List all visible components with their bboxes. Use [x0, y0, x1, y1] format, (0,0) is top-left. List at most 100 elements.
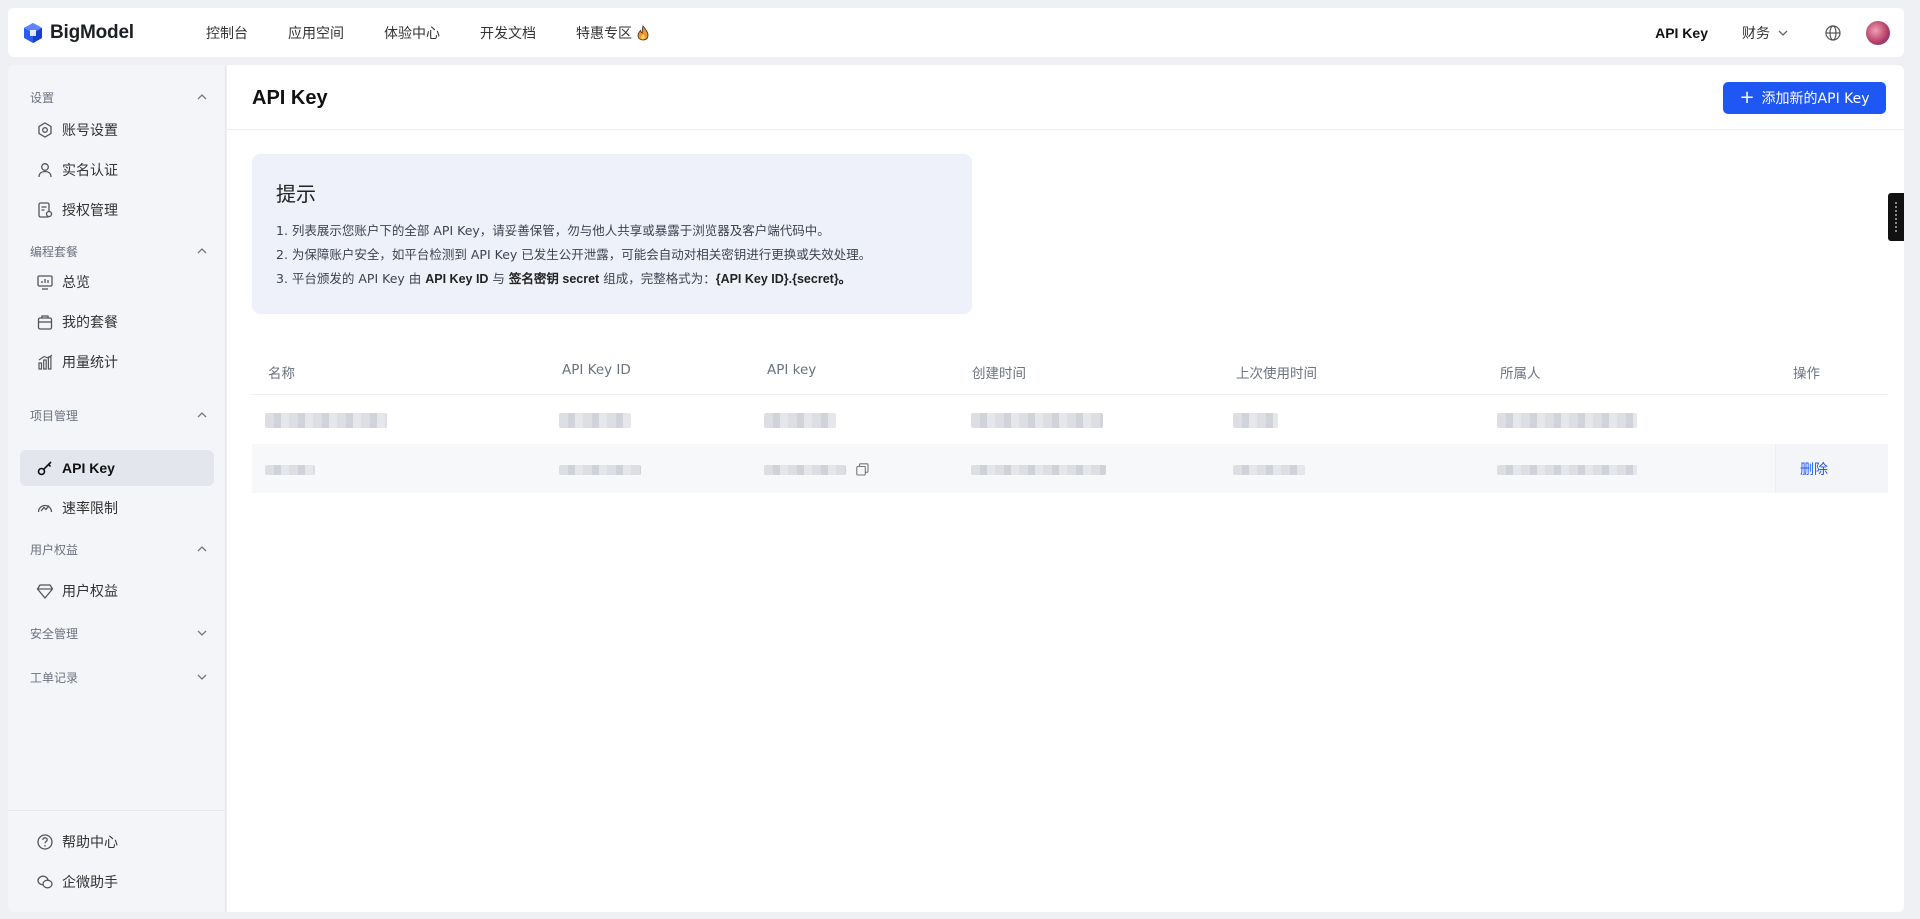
brand-name: BigModel: [50, 21, 134, 43]
bar-chart-icon: [38, 354, 53, 370]
sidebar-item-help-center[interactable]: 帮助中心: [20, 824, 214, 860]
add-api-key-label: 添加新的API Key: [1761, 91, 1870, 107]
sidebar-group-label: 用户权益: [30, 542, 79, 557]
sidebar-group-label: 编程套餐: [30, 244, 79, 259]
main-content: API Key + 添加新的API Key 提示 1. 列表展示您账户下的全部 …: [227, 65, 1904, 912]
brand-logo[interactable]: BigModel: [22, 22, 182, 44]
sidebar-item-label: API Key: [62, 460, 115, 476]
redacted-api-key: [764, 465, 846, 475]
sidebar-group-user-benefits[interactable]: 用户权益: [30, 539, 207, 559]
sidebar-item-rate-limit[interactable]: 速率限制: [20, 490, 214, 526]
top-right-actions: API Key 财务: [1655, 20, 1890, 45]
column-header-name: 名称: [268, 366, 295, 382]
table-header: 名称 API Key ID API key 创建时间 上次使用时间 所属人 操作: [252, 345, 1888, 395]
tip-title: 提示: [276, 182, 316, 206]
sidebar: 设置 账号设置 实名认证 授权管理 编程套餐 总览 我的套餐 用量统计 项目管理…: [8, 65, 226, 912]
nav-experience-center[interactable]: 体验中心: [384, 23, 440, 43]
sidebar-item-label: 实名认证: [62, 163, 118, 179]
chevron-down-icon: [197, 674, 207, 680]
sidebar-group-security[interactable]: 安全管理: [30, 623, 207, 643]
sidebar-item-authorization[interactable]: 授权管理: [20, 192, 214, 228]
sidebar-group-project-management[interactable]: 项目管理: [30, 405, 207, 425]
column-header-last-used-time: 上次使用时间: [1236, 366, 1317, 382]
plus-icon: +: [1739, 87, 1755, 108]
nav-dev-docs[interactable]: 开发文档: [480, 23, 536, 43]
sidebar-group-label: 项目管理: [30, 408, 79, 423]
user-avatar[interactable]: [1866, 20, 1890, 45]
chevron-down-icon: [197, 630, 207, 636]
nav-special-offers[interactable]: 特惠专区: [576, 23, 650, 43]
sidebar-group-tickets[interactable]: 工单记录: [30, 667, 207, 687]
redacted-api-key: [764, 413, 836, 428]
tip-line-3-part: 3. 平台颁发的 API Key 由: [276, 271, 426, 286]
tip-line-2: 2. 为保障账户安全，如平台检测到 API Key 已发生公开泄露，可能会自动对…: [276, 247, 872, 262]
tip-line-3-part: 组成，完整格式为：: [599, 271, 716, 286]
api-key-table: 名称 API Key ID API key 创建时间 上次使用时间 所属人 操作…: [252, 345, 1888, 493]
page-title: API Key: [252, 87, 328, 109]
top-nav-menu: 控制台 应用空间 体验中心 开发文档 特惠专区: [206, 23, 690, 43]
tip-line-3-part: 与: [488, 271, 509, 286]
monitor-chart-icon: [37, 275, 53, 290]
tip-line-3-bold: API Key ID: [425, 272, 489, 286]
sidebar-group-label: 设置: [30, 90, 55, 105]
redacted-api-key-id: [559, 465, 641, 475]
sidebar-item-label: 企微助手: [62, 875, 118, 891]
sidebar-item-label: 总览: [62, 275, 90, 291]
redacted-owner: [1497, 413, 1637, 428]
package-icon: [37, 315, 53, 330]
sidebar-item-label: 速率限制: [62, 501, 118, 517]
column-header-created-time: 创建时间: [972, 366, 1026, 382]
redacted-last-used-time: [1233, 413, 1278, 428]
grip-icon: [1895, 202, 1897, 232]
tip-line-3: 3. 平台颁发的 API Key 由 API Key ID 与 签名密钥 sec…: [276, 268, 851, 287]
side-drag-handle[interactable]: [1888, 193, 1904, 241]
add-api-key-button[interactable]: + 添加新的API Key: [1723, 82, 1886, 114]
redacted-last-used-time: [1233, 465, 1305, 475]
copy-icon[interactable]: [856, 463, 869, 476]
sidebar-item-overview[interactable]: 总览: [20, 264, 214, 300]
sidebar-item-label: 我的套餐: [62, 315, 118, 331]
table-row: [252, 395, 1888, 444]
key-icon: [37, 461, 52, 476]
sidebar-item-my-plan[interactable]: 我的套餐: [20, 304, 214, 340]
sidebar-item-label: 授权管理: [62, 203, 118, 219]
nav-console[interactable]: 控制台: [206, 23, 248, 43]
globe-icon[interactable]: [1824, 24, 1842, 42]
sidebar-item-wecom-assistant[interactable]: 企微助手: [20, 864, 214, 900]
top-api-key-link[interactable]: API Key: [1655, 25, 1708, 41]
chevron-up-icon: [197, 546, 207, 552]
sidebar-footer-divider: [8, 810, 225, 811]
sidebar-item-account-settings[interactable]: 账号设置: [20, 112, 214, 148]
bigmodel-logo-icon: [24, 22, 42, 43]
redacted-owner: [1497, 465, 1637, 475]
sidebar-item-label: 用量统计: [62, 355, 118, 371]
chevron-up-icon: [197, 248, 207, 254]
column-header-api-key-id: API Key ID: [562, 362, 631, 378]
finance-label: 财务: [1742, 25, 1770, 42]
sidebar-group-label: 工单记录: [30, 670, 79, 685]
chevron-down-icon: [1778, 30, 1788, 36]
delete-button[interactable]: 删除: [1775, 444, 1888, 493]
sidebar-item-user-benefits[interactable]: 用户权益: [20, 573, 214, 609]
redacted-created-time: [971, 465, 1106, 475]
title-divider: [227, 129, 1904, 130]
sidebar-group-coding-plan[interactable]: 编程套餐: [30, 241, 207, 261]
auth-doc-icon: [38, 202, 53, 218]
finance-dropdown[interactable]: 财务: [1742, 23, 1788, 43]
sidebar-item-identity-verification[interactable]: 实名认证: [20, 152, 214, 188]
sidebar-item-label: 账号设置: [62, 123, 118, 139]
sidebar-item-label: 用户权益: [62, 584, 118, 600]
tip-panel: 提示 1. 列表展示您账户下的全部 API Key，请妥善保管，勿与他人共享或暴…: [252, 154, 972, 314]
nav-app-space[interactable]: 应用空间: [288, 23, 344, 43]
sidebar-item-usage-stats[interactable]: 用量统计: [20, 344, 214, 380]
tip-line-3-bold: 签名密钥 secret: [508, 272, 600, 286]
gauge-icon: [37, 504, 53, 513]
sidebar-item-api-key[interactable]: API Key: [20, 450, 214, 486]
redacted-name: [265, 413, 387, 428]
table-row: 删除: [252, 444, 1888, 493]
nav-special-offers-label: 特惠专区: [576, 25, 632, 42]
sidebar-group-settings[interactable]: 设置: [30, 87, 207, 107]
redacted-name: [265, 465, 315, 475]
diamond-icon: [36, 584, 54, 600]
column-header-actions: 操作: [1793, 366, 1820, 382]
